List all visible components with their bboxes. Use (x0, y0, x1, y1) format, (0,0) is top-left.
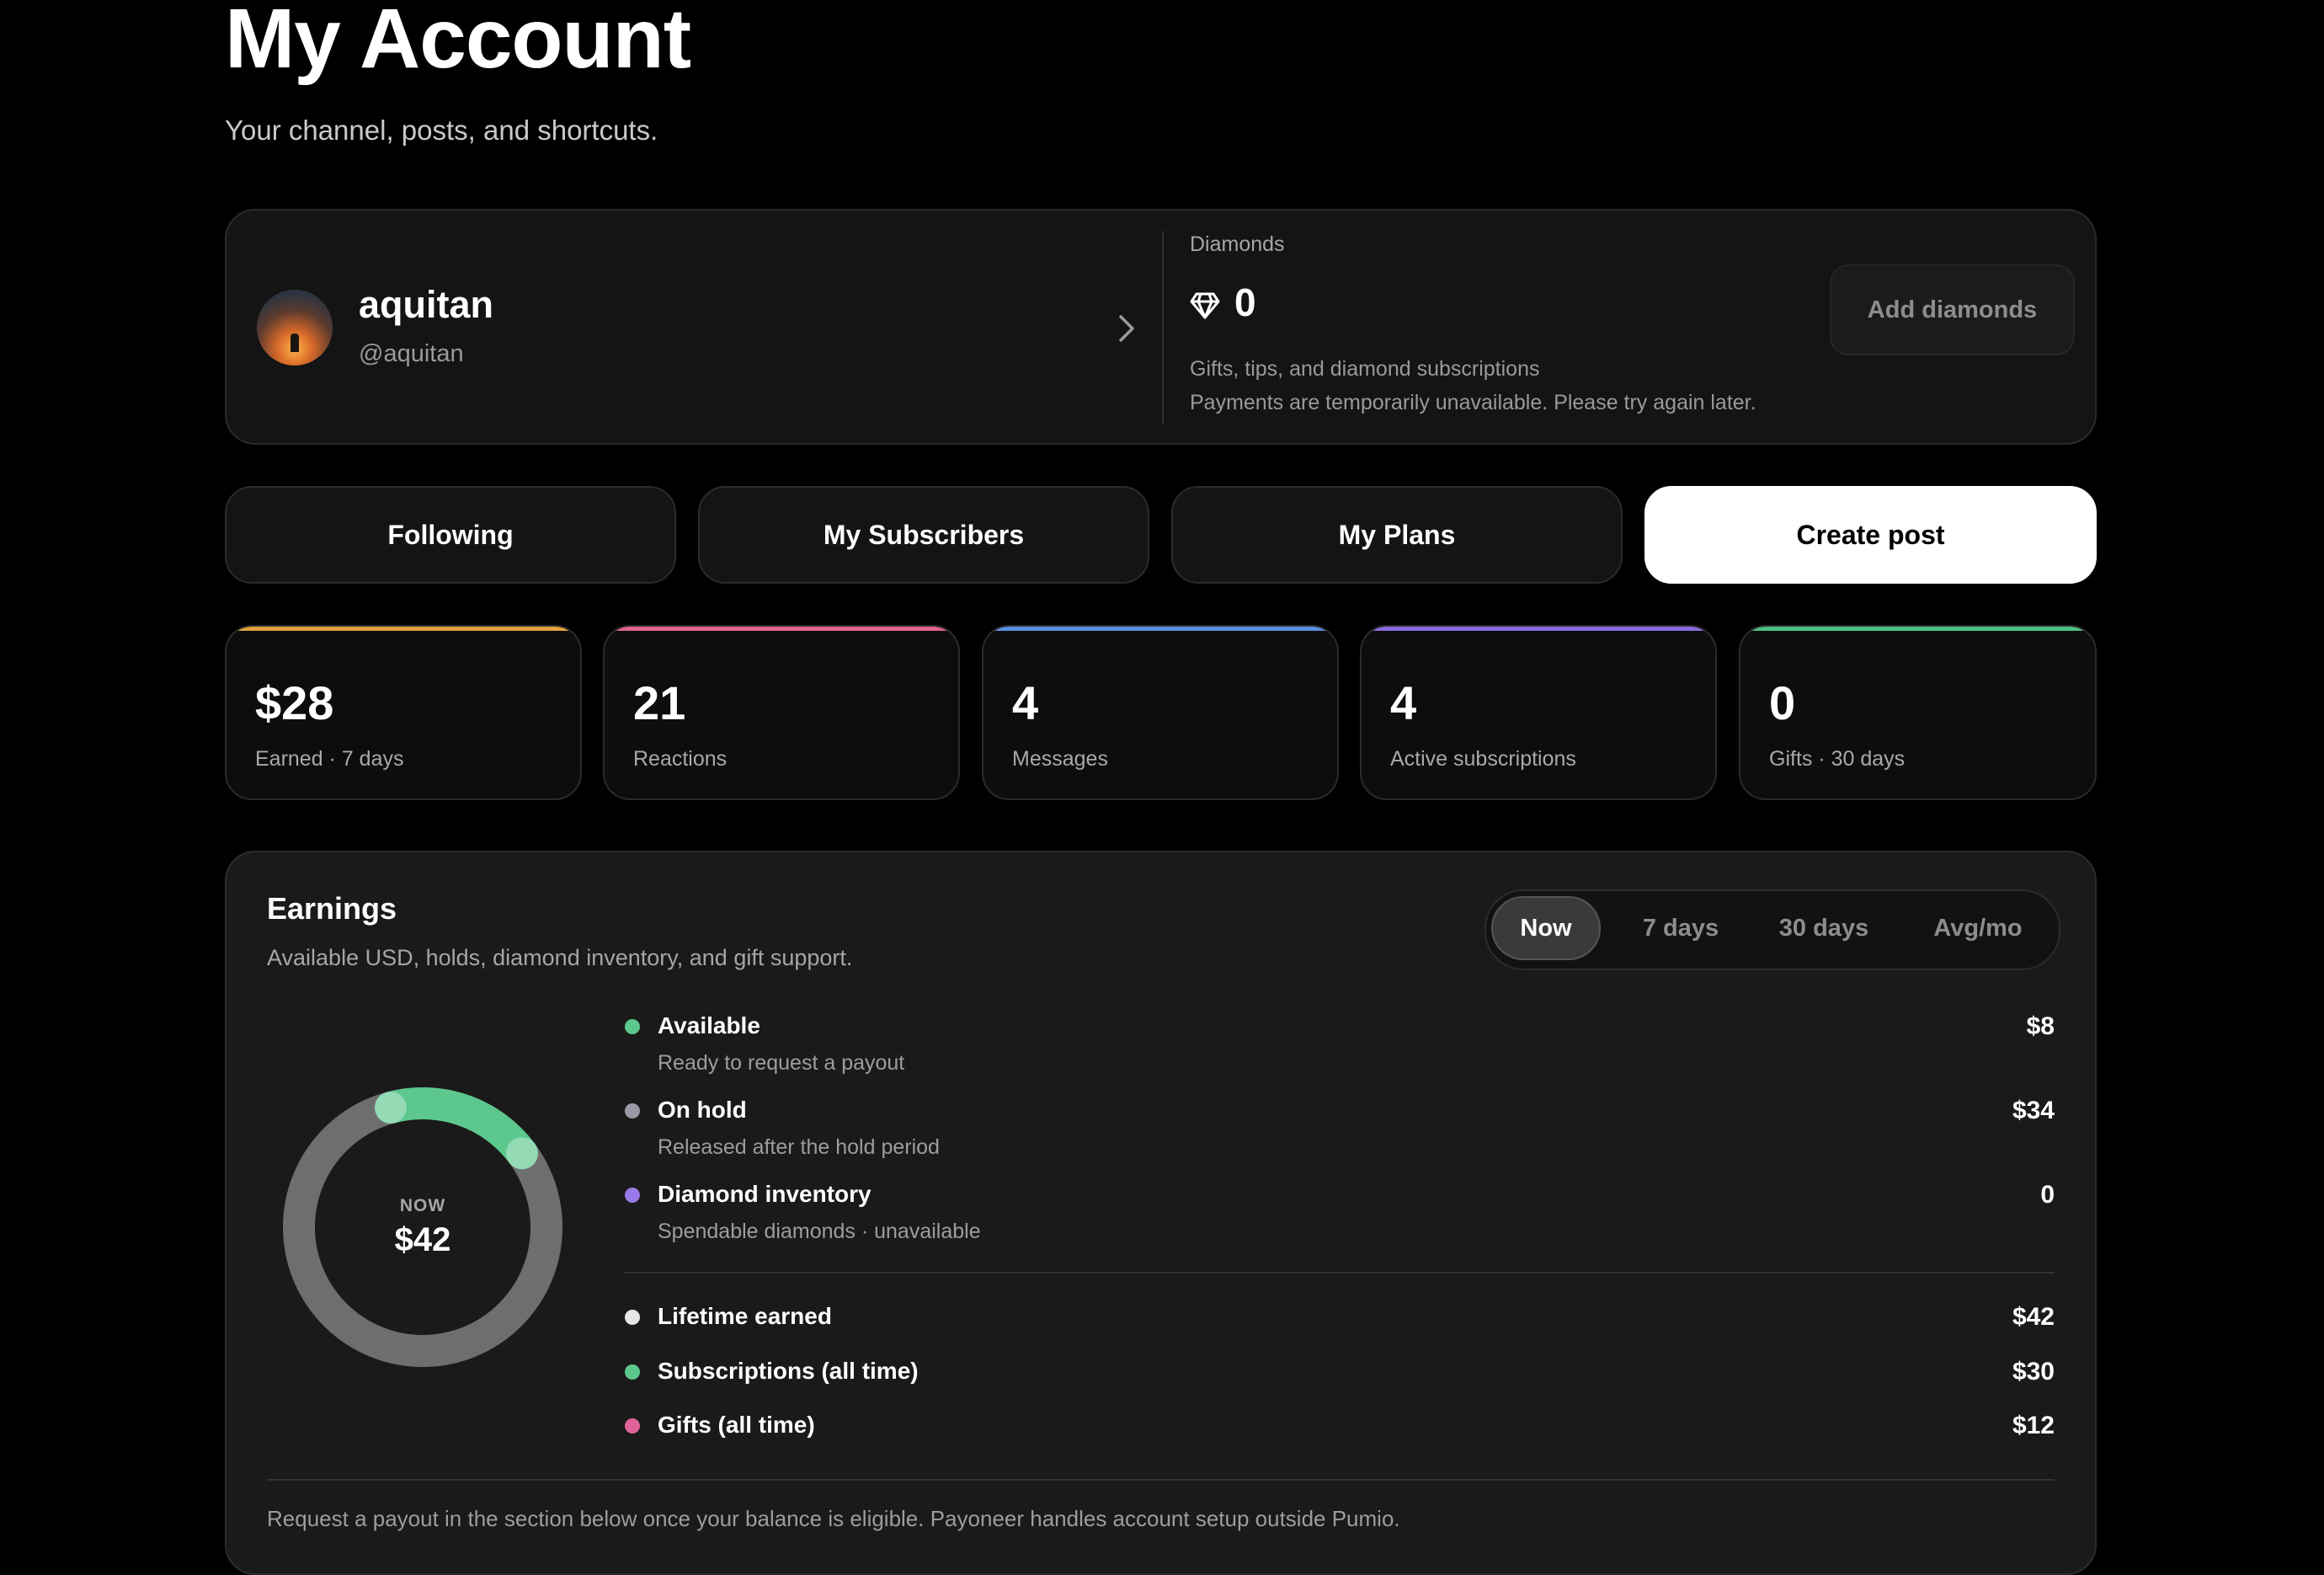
row-available-desc: Ready to request a payout (658, 1051, 905, 1075)
profile-card: aquitan @aquitan Diamonds 0 Gifts, tips,… (225, 209, 2097, 445)
stat-card-subscriptions: 4 Active subscriptions (1360, 625, 1717, 800)
row-on-hold-value: $34 (2012, 1097, 2055, 1124)
stat-label: Reactions (633, 747, 728, 771)
row-subscriptions-name: Subscriptions (all time) (658, 1358, 919, 1384)
status-dot (625, 1188, 640, 1203)
earnings-title: Earnings (267, 891, 397, 926)
row-on-hold-desc: Released after the hold period (658, 1135, 940, 1159)
row-lifetime-name: Lifetime earned (658, 1303, 832, 1329)
donut-cap-end (506, 1137, 539, 1170)
row-diamond-name: Diamond inventory (658, 1181, 872, 1207)
my-plans-button[interactable]: My Plans (1171, 486, 1623, 584)
diamonds-value: 0 (1234, 280, 1256, 324)
donut-cap-start (374, 1092, 407, 1124)
divider (1162, 231, 1164, 424)
tab-30-days[interactable]: 30 days (1752, 896, 1895, 960)
stat-accent-bar (1362, 627, 1715, 631)
stat-card-gifts: 0 Gifts · 30 days (1739, 625, 2097, 800)
create-post-button[interactable]: Create post (1644, 486, 2097, 584)
donut-value: $42 (394, 1221, 451, 1258)
following-button[interactable]: Following (225, 486, 676, 584)
stat-label: Earned · 7 days (255, 747, 404, 771)
stat-card-reactions: 21 Reactions (603, 625, 960, 800)
diamond-icon (1190, 292, 1220, 319)
stat-accent-bar (227, 627, 580, 631)
stat-label: Gifts · 30 days (1769, 747, 1906, 771)
stat-accent-bar (1740, 627, 2095, 631)
diamonds-label: Diamonds (1190, 232, 1285, 256)
donut-available-segment (386, 1087, 536, 1164)
diamonds-note: Gifts, tips, and diamond subscriptions (1190, 357, 1540, 381)
tab-avg-mo[interactable]: Avg/mo (1904, 896, 2052, 960)
period-toggle: Now 7 days 30 days Avg/mo (1484, 889, 2060, 970)
stat-value: 4 (1012, 676, 1039, 729)
tab-now[interactable]: Now (1491, 896, 1601, 960)
stat-card-earned: $28 Earned · 7 days (225, 625, 582, 800)
page-title: My Account (225, 0, 691, 86)
row-lifetime-value: $42 (2012, 1303, 2055, 1331)
stat-value: 21 (633, 676, 686, 729)
stat-label: Messages (1012, 747, 1108, 771)
row-gifts-value: $12 (2012, 1412, 2055, 1439)
status-dot (625, 1019, 640, 1034)
stat-value: $28 (255, 676, 334, 729)
page-subtitle: Your channel, posts, and shortcuts. (225, 115, 658, 146)
stat-label: Active subscriptions (1390, 747, 1576, 771)
donut-label: NOW (399, 1196, 446, 1215)
tab-7-days[interactable]: 7 days (1618, 896, 1744, 960)
stat-accent-bar (983, 627, 1337, 631)
status-dot (625, 1418, 640, 1434)
profile-handle: @aquitan (359, 340, 464, 367)
stat-value: 0 (1769, 676, 1796, 729)
earnings-card: Earnings Available USD, holds, diamond i… (225, 851, 2097, 1575)
row-diamond-desc: Spendable diamonds · unavailable (658, 1220, 981, 1243)
payments-unavailable-note: Payments are temporarily unavailable. Pl… (1190, 391, 1756, 414)
stat-accent-bar (605, 627, 958, 631)
row-available-name: Available (658, 1012, 760, 1038)
avatar[interactable] (257, 290, 333, 366)
profile-name[interactable]: aquitan (359, 283, 493, 327)
add-diamonds-button[interactable]: Add diamonds (1830, 264, 2075, 355)
status-dot (625, 1364, 640, 1380)
earnings-subtitle: Available USD, holds, diamond inventory,… (267, 945, 853, 970)
payout-note: Request a payout in the section below on… (267, 1506, 1400, 1531)
status-dot (625, 1103, 640, 1119)
row-subscriptions-value: $30 (2012, 1358, 2055, 1385)
status-dot (625, 1310, 640, 1325)
divider (267, 1479, 2055, 1481)
divider (625, 1272, 2055, 1273)
chevron-right-icon[interactable] (1112, 312, 1141, 345)
row-available-value: $8 (2026, 1012, 2055, 1040)
row-on-hold-name: On hold (658, 1097, 747, 1123)
stat-value: 4 (1390, 676, 1417, 729)
row-diamond-value: 0 (2040, 1181, 2055, 1209)
my-subscribers-button[interactable]: My Subscribers (698, 486, 1149, 584)
stat-card-messages: 4 Messages (982, 625, 1339, 800)
row-gifts-name: Gifts (all time) (658, 1412, 815, 1438)
